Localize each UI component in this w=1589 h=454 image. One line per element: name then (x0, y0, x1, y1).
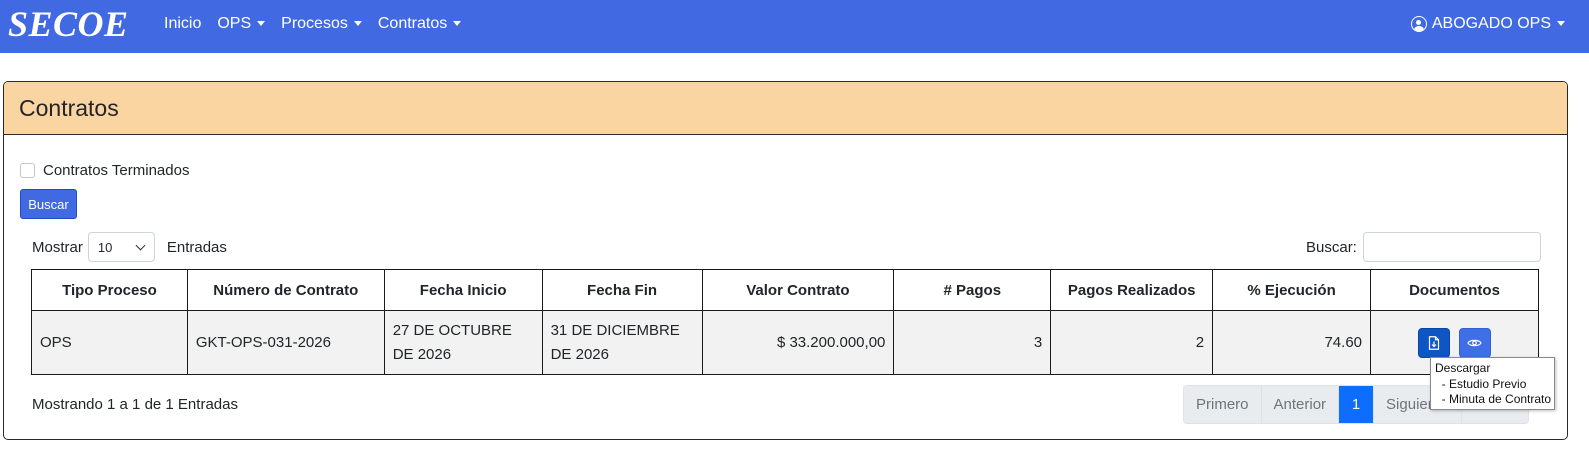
table-search: Buscar: (1306, 232, 1541, 262)
contracts-card: Contratos Contratos Terminados Buscar Mo… (3, 81, 1568, 440)
documents-tooltip: Descargar - Estudio Previo - Minuta de C… (1430, 357, 1555, 410)
column-header[interactable]: Fecha Inicio (383, 269, 543, 311)
brand-logo[interactable]: SECOE (8, 3, 129, 45)
entries-select[interactable]: 10 (87, 232, 155, 262)
column-header[interactable]: Tipo Proceso (31, 269, 188, 311)
card-header: Contratos (4, 82, 1567, 135)
nav-item-procesos[interactable]: Procesos (281, 15, 362, 33)
nav-item-inicio[interactable]: Inicio (164, 15, 201, 33)
view-documents-button[interactable] (1458, 327, 1491, 358)
download-documents-button[interactable] (1418, 327, 1451, 358)
cell-ejecucion: 74.60 (1212, 310, 1372, 375)
entries-select-value: 10 (97, 239, 113, 255)
contracts-table: Tipo Proceso Número de Contrato Fecha In… (31, 269, 1539, 375)
entries-length-control: Mostrar 10 Entradas (32, 232, 227, 262)
file-download-icon (1429, 335, 1440, 350)
pagination-previous[interactable]: Anterior (1261, 386, 1340, 423)
search-input[interactable] (1362, 232, 1541, 262)
pagination-first[interactable]: Primero (1184, 386, 1262, 423)
column-header[interactable]: # Pagos (893, 269, 1052, 311)
table-row: OPS GKT-OPS-031-2026 27 DE OCTUBRE DE 20… (31, 310, 1539, 375)
cell-valor-contrato: $ 33.200.000,00 (701, 310, 895, 375)
cell-tipo-proceso: OPS (31, 310, 188, 375)
caret-down-icon (257, 20, 266, 26)
column-header[interactable]: Valor Contrato (701, 269, 895, 311)
nav-item-label: Contratos (377, 15, 448, 32)
nav-item-label: Procesos (281, 15, 348, 32)
caret-down-icon (453, 20, 462, 26)
nav-menu: Inicio OPS Procesos Contratos (164, 15, 462, 33)
column-header[interactable]: Número de Contrato (186, 269, 385, 311)
table-info: Mostrando 1 a 1 de 1 Entradas (32, 396, 238, 413)
eye-icon (1467, 339, 1482, 346)
cell-fecha-fin: 31 DE DICIEMBRE DE 2026 (541, 310, 703, 375)
column-header[interactable]: Pagos Realizados (1050, 269, 1214, 311)
nav-item-contratos[interactable]: Contratos (377, 15, 462, 33)
nav-item-label: Inicio (164, 15, 202, 32)
user-label: ABOGADO OPS (1431, 15, 1551, 32)
cell-pagos: 3 (893, 310, 1052, 375)
user-menu[interactable]: ABOGADO OPS (1410, 15, 1565, 33)
search-label: Buscar: (1306, 238, 1357, 256)
chevron-down-icon (135, 240, 146, 250)
terminated-filter: Contratos Terminados (20, 162, 189, 179)
page-title: Contratos (19, 94, 119, 121)
cell-pagos-realizados: 2 (1050, 310, 1214, 375)
cell-numero-contrato: GKT-OPS-031-2026 (186, 310, 385, 375)
column-header[interactable]: % Ejecución (1212, 269, 1372, 311)
table-header-row: Tipo Proceso Número de Contrato Fecha In… (31, 269, 1539, 311)
search-button[interactable]: Buscar (20, 189, 77, 219)
nav-item-ops[interactable]: OPS (217, 15, 266, 33)
entries-prefix-label: Mostrar (32, 238, 83, 256)
entries-suffix-label: Entradas (166, 238, 227, 256)
top-navbar: SECOE Inicio OPS Procesos Contratos ABOG… (0, 0, 1589, 53)
column-header[interactable]: Fecha Fin (541, 269, 703, 311)
nav-item-label: OPS (217, 15, 252, 32)
cell-fecha-inicio: 27 DE OCTUBRE DE 2026 (383, 310, 543, 375)
pagination-page-1[interactable]: 1 (1339, 386, 1375, 423)
user-circle-icon (1410, 16, 1427, 32)
caret-down-icon (1557, 20, 1565, 26)
column-header[interactable]: Documentos (1370, 269, 1539, 311)
terminated-checkbox-label[interactable]: Contratos Terminados (43, 162, 189, 179)
caret-down-icon (353, 20, 362, 26)
terminated-checkbox[interactable] (20, 163, 35, 178)
